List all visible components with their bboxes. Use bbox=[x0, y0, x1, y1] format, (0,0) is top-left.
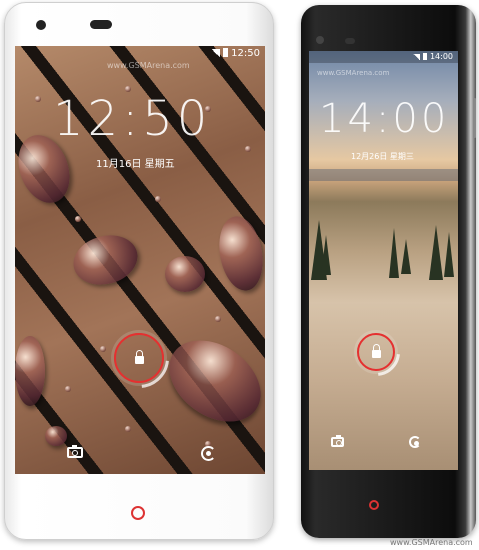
signal-icon bbox=[412, 54, 420, 60]
status-bar: 14:00 bbox=[309, 51, 458, 63]
swirl-icon[interactable] bbox=[409, 436, 421, 448]
water-speck bbox=[35, 96, 41, 102]
water-speck bbox=[155, 196, 161, 202]
watermark: www.GSMArena.com bbox=[107, 61, 190, 70]
lock-screen: 14:00 www.GSMArena.com 14:00 12月26日 星期三 bbox=[309, 51, 458, 470]
battery-icon bbox=[422, 53, 427, 60]
water-speck bbox=[215, 316, 221, 322]
white-phone: 12:50 www.GSMArena.com 12:50 11月16日 星期五 bbox=[4, 2, 274, 540]
unlock-button[interactable] bbox=[357, 333, 395, 371]
water-drop bbox=[67, 228, 144, 292]
water-speck bbox=[245, 146, 251, 152]
lock-icon bbox=[371, 344, 381, 358]
home-button[interactable] bbox=[369, 500, 379, 510]
lock-clock: 12:50 bbox=[53, 91, 212, 147]
signal-icon bbox=[211, 49, 221, 57]
status-bar: 12:50 bbox=[15, 46, 265, 61]
earpiece-speaker bbox=[345, 38, 355, 44]
tree bbox=[401, 239, 411, 274]
front-camera bbox=[36, 20, 46, 30]
lock-date: 11月16日 星期五 bbox=[96, 159, 175, 170]
lock-icon bbox=[134, 350, 144, 364]
unlock-button[interactable] bbox=[114, 333, 164, 383]
front-camera bbox=[316, 36, 324, 44]
water-speck bbox=[75, 216, 81, 222]
home-button[interactable] bbox=[131, 506, 145, 520]
water-speck bbox=[100, 346, 106, 352]
mountain-ridge bbox=[309, 169, 458, 181]
watermark: www.GSMArena.com bbox=[317, 69, 390, 77]
battery-icon bbox=[223, 48, 229, 57]
water-speck bbox=[125, 426, 131, 432]
water-drop bbox=[45, 426, 67, 446]
lock-date: 12月26日 星期三 bbox=[351, 152, 414, 161]
water-drop bbox=[213, 212, 265, 295]
tree bbox=[429, 225, 443, 280]
camera-icon[interactable] bbox=[331, 435, 344, 447]
gsmarena-watermark: www.GSMArena.com bbox=[390, 538, 473, 547]
power-button[interactable] bbox=[473, 98, 476, 138]
camera-icon[interactable] bbox=[67, 445, 83, 458]
water-drop bbox=[165, 256, 205, 292]
water-speck bbox=[65, 386, 71, 392]
lock-clock: 14:00 bbox=[319, 96, 450, 142]
tree bbox=[444, 232, 454, 277]
tree bbox=[321, 235, 331, 275]
status-time: 12:50 bbox=[231, 48, 260, 59]
swirl-icon[interactable] bbox=[201, 446, 216, 461]
black-phone: 14:00 www.GSMArena.com 14:00 12月26日 星期三 bbox=[301, 5, 476, 538]
water-drop bbox=[15, 336, 45, 406]
water-drop bbox=[153, 323, 265, 439]
status-time: 14:00 bbox=[429, 52, 453, 61]
lock-screen: 12:50 www.GSMArena.com 12:50 11月16日 星期五 bbox=[15, 46, 265, 474]
earpiece-speaker bbox=[90, 20, 112, 29]
tree bbox=[389, 228, 399, 278]
